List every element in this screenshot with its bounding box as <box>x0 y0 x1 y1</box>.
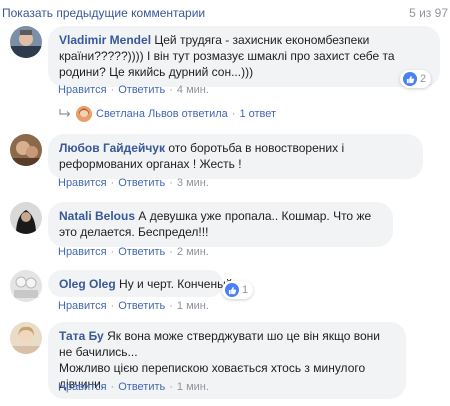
separator: · <box>110 246 115 258</box>
separator: · <box>169 246 173 258</box>
comment-text: Ну и черт. Конченый <box>119 277 233 291</box>
separator: · <box>110 177 115 189</box>
separator: · <box>231 108 236 120</box>
comment-bubble: Natali Belous А девушка уже пропала.. Ко… <box>48 202 393 247</box>
comment-actions: Нравится · Ответить · 3 мин. <box>58 177 209 189</box>
comment-actions: Нравится · Ответить · 1 мин. <box>58 300 209 312</box>
avatar[interactable] <box>10 270 42 302</box>
comment-time[interactable]: 1 мин. <box>177 381 209 393</box>
comment-actions: Нравится · Ответить · 1 мин. <box>58 381 209 393</box>
reply-button[interactable]: Ответить <box>118 84 165 96</box>
reply-author-action: Светлана Львов ответила <box>96 108 228 120</box>
comment-counter: 5 из 97 <box>409 6 448 20</box>
comment-author[interactable]: Natali Belous <box>59 209 135 223</box>
separator: · <box>169 381 173 393</box>
comment-author[interactable]: Oleg Oleg <box>59 277 116 291</box>
comment-bubble: Vladimir Mendel Цей трудяга - захисник е… <box>48 26 440 87</box>
comment-text-line: Як вона може стверджувати шо це він якщо… <box>59 329 380 359</box>
comment-bubble: Oleg Oleg Ну и черт. Конченый <box>48 270 232 297</box>
reaction-count: 1 <box>242 284 249 296</box>
reply-button[interactable]: Ответить <box>118 300 165 312</box>
like-button[interactable]: Нравится <box>58 177 107 189</box>
separator: · <box>110 300 115 312</box>
comment-time[interactable]: 3 мин. <box>177 177 209 189</box>
reply-count: 1 ответ <box>239 108 277 120</box>
separator: · <box>169 84 173 96</box>
reaction-summary[interactable]: 2 <box>400 70 432 88</box>
reply-arrow-icon <box>58 109 72 119</box>
comment-time[interactable]: 4 мин. <box>177 84 209 96</box>
like-button[interactable]: Нравится <box>58 84 107 96</box>
like-button[interactable]: Нравится <box>58 246 107 258</box>
comment-author[interactable]: Vladimir Mendel <box>59 33 151 47</box>
like-reaction-icon <box>225 283 239 297</box>
like-button[interactable]: Нравится <box>58 300 107 312</box>
reply-button[interactable]: Ответить <box>118 246 165 258</box>
separator: · <box>110 84 115 96</box>
view-replies-link[interactable]: Светлана Львов ответила · 1 ответ <box>58 106 276 122</box>
reaction-count: 2 <box>420 73 427 85</box>
separator: · <box>169 300 173 312</box>
reply-button[interactable]: Ответить <box>118 177 165 189</box>
like-reaction-icon <box>403 72 417 86</box>
comment-bubble: Любов Гайдейчук ото боротьба в новоствор… <box>48 134 423 179</box>
avatar[interactable] <box>10 202 42 234</box>
comment-actions: Нравится · Ответить · 4 мин. <box>58 84 209 96</box>
avatar[interactable] <box>10 322 42 354</box>
comment-author[interactable]: Тата Бу <box>59 329 104 343</box>
like-button[interactable]: Нравится <box>58 381 107 393</box>
separator: · <box>169 177 173 189</box>
comment-time[interactable]: 1 мин. <box>177 300 209 312</box>
comment-author[interactable]: Любов Гайдейчук <box>59 141 165 155</box>
comment-actions: Нравится · Ответить · 2 мин. <box>58 246 209 258</box>
avatar[interactable] <box>10 134 42 166</box>
reply-button[interactable]: Ответить <box>118 381 165 393</box>
reply-author-avatar <box>76 106 92 122</box>
show-previous-comments-link[interactable]: Показать предыдущие комментарии <box>2 6 205 20</box>
separator: · <box>110 381 115 393</box>
avatar[interactable] <box>10 26 42 58</box>
comment-time[interactable]: 2 мин. <box>177 246 209 258</box>
reaction-summary[interactable]: 1 <box>222 281 254 299</box>
comments-header: Показать предыдущие комментарии 5 из 97 <box>0 0 450 20</box>
